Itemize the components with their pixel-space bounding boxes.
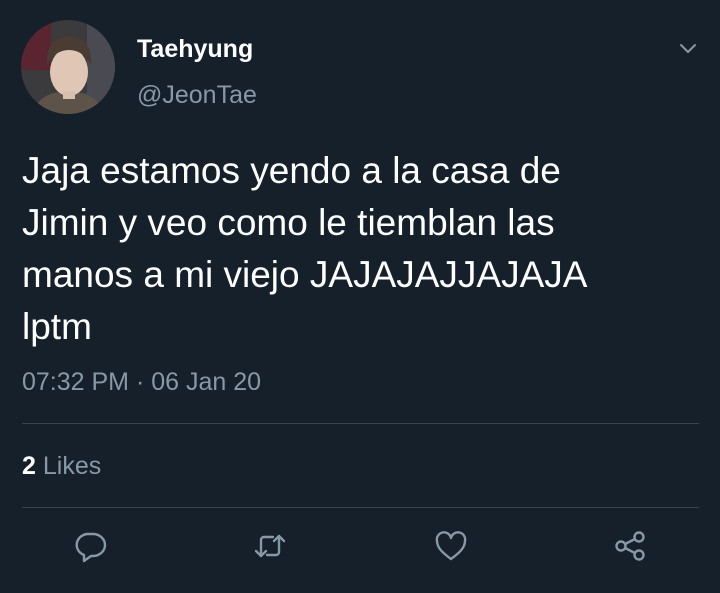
likes-link[interactable]: 2 Likes bbox=[22, 451, 101, 481]
tweet-text-line: Jaja estamos yendo a la casa de bbox=[22, 150, 561, 191]
avatar[interactable] bbox=[21, 20, 115, 114]
meta-separator: · bbox=[135, 368, 145, 396]
tweet-text: Jaja estamos yendo a la casa de Jimin y … bbox=[22, 145, 702, 353]
heart-icon bbox=[435, 531, 467, 561]
divider bbox=[22, 423, 699, 424]
tweet-time: 07:32 PM bbox=[22, 368, 130, 396]
tweet-text-line: Jimin y veo como le tiemblan las bbox=[22, 202, 555, 243]
retweet-button[interactable] bbox=[252, 528, 288, 564]
avatar-photo bbox=[21, 20, 115, 114]
chevron-down-icon[interactable] bbox=[676, 36, 700, 60]
share-button[interactable] bbox=[612, 528, 648, 564]
user-handle[interactable]: @JeonTae bbox=[137, 80, 257, 110]
share-icon bbox=[615, 531, 645, 561]
like-button[interactable] bbox=[433, 528, 469, 564]
reply-button[interactable] bbox=[72, 528, 108, 564]
divider bbox=[22, 507, 699, 508]
likes-label: Likes bbox=[42, 452, 102, 480]
reply-icon bbox=[75, 532, 107, 563]
display-name[interactable]: Taehyung bbox=[137, 34, 253, 64]
tweet-text-line: lptm bbox=[22, 306, 92, 347]
tweet-date: 06 Jan 20 bbox=[151, 368, 262, 396]
likes-count: 2 bbox=[22, 452, 36, 480]
retweet-icon bbox=[254, 534, 286, 558]
tweet-timestamp: 07:32 PM · 06 Jan 20 bbox=[22, 367, 261, 397]
tweet-text-line: manos a mi viejo JAJAJAJJAJAJA bbox=[22, 254, 588, 295]
